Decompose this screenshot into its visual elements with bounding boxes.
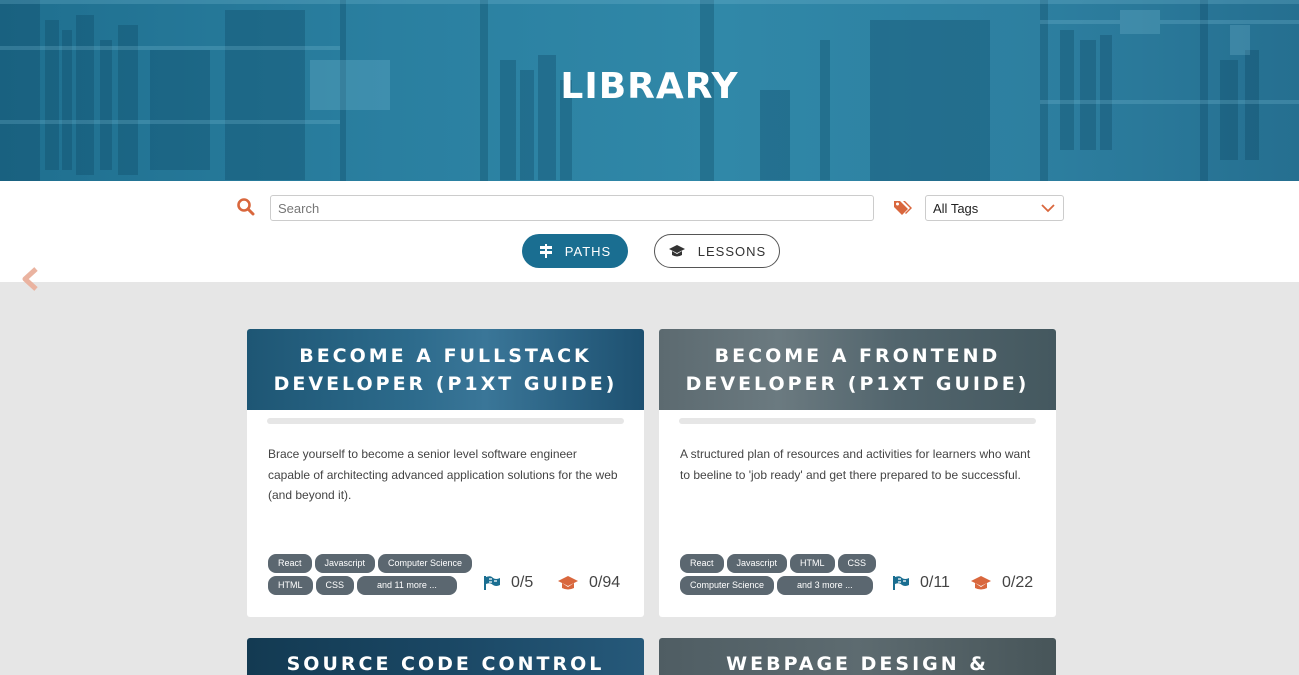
- tag-badge[interactable]: Computer Science: [378, 554, 473, 573]
- more-tags-badge[interactable]: and 11 more ...: [357, 576, 457, 595]
- paths-count: 0/5: [511, 574, 534, 591]
- card-header-image: BECOME A FRONTEND DEVELOPER (P1XT GUIDE): [659, 329, 1056, 410]
- tab-paths-label: PATHS: [564, 243, 612, 259]
- tag-badge[interactable]: Javascript: [314, 554, 376, 573]
- path-card[interactable]: SOURCE CODE CONTROL: [247, 638, 644, 675]
- tags-icon: [894, 201, 912, 215]
- tab-lessons-label: LESSONS: [697, 243, 767, 259]
- path-card[interactable]: BECOME A FRONTEND DEVELOPER (P1XT GUIDE)…: [659, 329, 1056, 617]
- hero-banner: LIBRARY: [0, 0, 1299, 181]
- path-card[interactable]: BECOME A FULLSTACK DEVELOPER (P1XT GUIDE…: [247, 329, 644, 617]
- card-title: BECOME A FULLSTACK DEVELOPER (P1XT GUIDE…: [273, 344, 618, 395]
- paths-stat: 0/11: [892, 574, 950, 592]
- card-header-image: BECOME A FULLSTACK DEVELOPER (P1XT GUIDE…: [247, 329, 644, 410]
- tag-badge[interactable]: HTML: [268, 576, 313, 595]
- flag-icon: [893, 576, 909, 590]
- signpost-icon: [539, 244, 552, 258]
- tab-paths[interactable]: PATHS: [522, 234, 628, 268]
- paths-count: 0/11: [920, 574, 950, 591]
- tag-badge[interactable]: Javascript: [726, 554, 788, 573]
- tag-badge[interactable]: HTML: [790, 554, 835, 573]
- paths-stat: 0/5: [483, 574, 533, 592]
- card-header-image: WEBPAGE DESIGN &: [659, 638, 1056, 675]
- tag-filter-value: All Tags: [933, 201, 979, 216]
- lessons-count: 0/94: [589, 574, 621, 591]
- more-tags-badge[interactable]: and 3 more ...: [777, 576, 873, 595]
- tag-filter-select[interactable]: All Tags: [925, 195, 1064, 221]
- tag-badge[interactable]: CSS: [837, 554, 877, 573]
- search-input[interactable]: [270, 195, 874, 221]
- lessons-count: 0/22: [1002, 574, 1034, 591]
- lessons-stat: 0/94: [557, 574, 620, 592]
- graduation-cap-icon: [558, 576, 578, 590]
- card-title: SOURCE CODE CONTROL: [286, 653, 605, 675]
- chevron-left-icon[interactable]: [20, 266, 40, 292]
- progress-bar: [267, 418, 624, 424]
- card-header-image: SOURCE CODE CONTROL: [247, 638, 644, 675]
- tag-badge[interactable]: Computer Science: [680, 576, 775, 595]
- tag-badge[interactable]: React: [268, 554, 312, 573]
- card-description: Brace yourself to become a senior level …: [268, 447, 618, 502]
- tab-lessons[interactable]: LESSONS: [654, 234, 780, 268]
- tag-badge[interactable]: React: [680, 554, 724, 573]
- search-icon: [237, 198, 255, 216]
- tag-list: React Javascript Computer Science HTML C…: [268, 554, 478, 595]
- tag-badge[interactable]: CSS: [315, 576, 355, 595]
- card-title: BECOME A FRONTEND DEVELOPER (P1XT GUIDE): [685, 344, 1030, 395]
- progress-bar: [679, 418, 1036, 424]
- tag-list: React Javascript HTML CSS Computer Scien…: [680, 554, 880, 595]
- graduation-cap-icon: [668, 245, 685, 257]
- path-card[interactable]: WEBPAGE DESIGN &: [659, 638, 1056, 675]
- flag-icon: [484, 576, 500, 590]
- lessons-stat: 0/22: [970, 574, 1033, 592]
- card-title: WEBPAGE DESIGN &: [726, 653, 989, 675]
- page-title: LIBRARY: [560, 66, 739, 107]
- card-description: A structured plan of resources and activ…: [680, 447, 1031, 482]
- chevron-down-icon: [1041, 204, 1055, 213]
- graduation-cap-icon: [971, 576, 991, 590]
